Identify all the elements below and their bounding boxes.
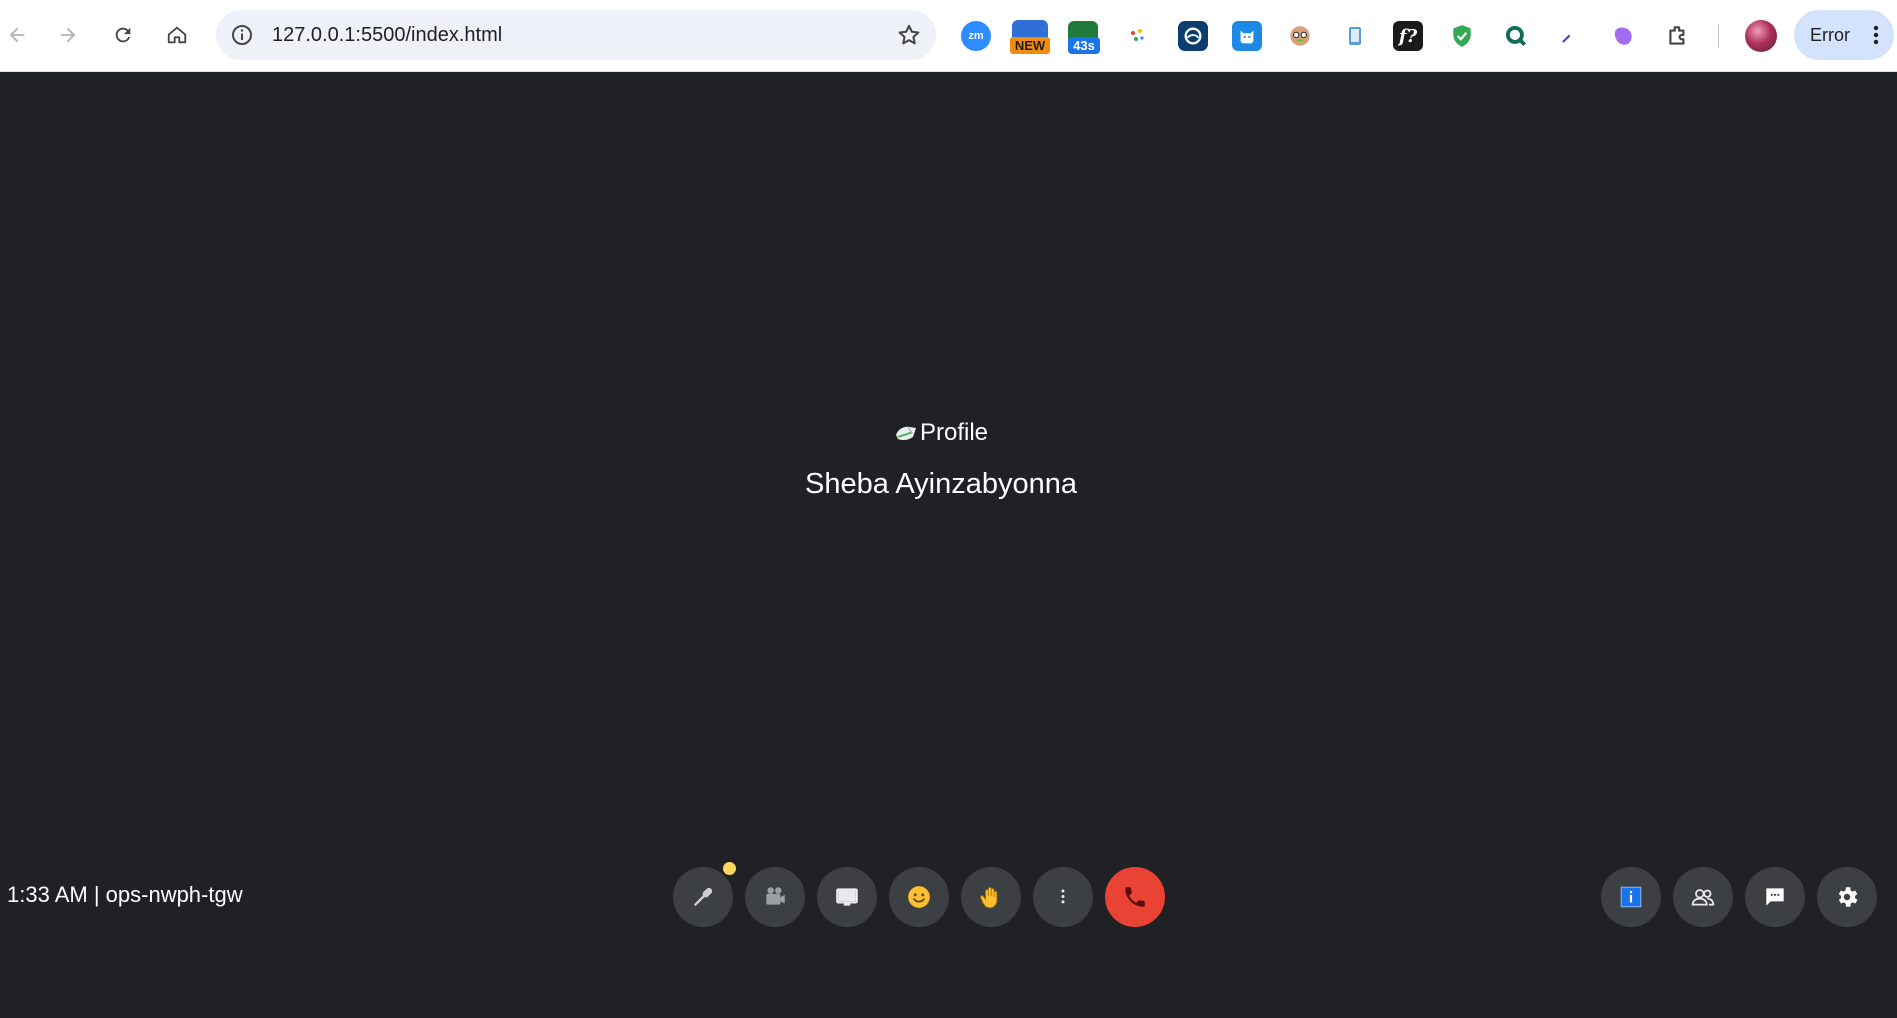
home-icon bbox=[167, 26, 187, 44]
pen-extension-icon[interactable] bbox=[1554, 21, 1584, 51]
chat-button[interactable] bbox=[1745, 867, 1805, 927]
raise-hand-button[interactable] bbox=[961, 867, 1021, 927]
shield-extension-icon[interactable] bbox=[1447, 21, 1477, 51]
video-camera-icon bbox=[766, 887, 785, 905]
more-vert-icon bbox=[1061, 889, 1065, 904]
phone-icon bbox=[1125, 887, 1145, 907]
browser-extension-icon[interactable] bbox=[1178, 21, 1208, 51]
more-options-button[interactable] bbox=[1033, 867, 1093, 927]
monitor-icon bbox=[836, 888, 858, 906]
chat-bubble-icon bbox=[1766, 888, 1784, 906]
broken-image-icon bbox=[896, 426, 916, 441]
meeting-time-and-code: 1:33 AM | ops-nwph-tgw bbox=[7, 882, 243, 907]
microphone-button[interactable] bbox=[673, 867, 733, 927]
cat-extension-icon[interactable] bbox=[1232, 21, 1262, 51]
arrow-right-icon bbox=[60, 27, 76, 43]
profile-image: Profile bbox=[894, 418, 988, 448]
back-button[interactable] bbox=[0, 18, 34, 52]
microphone-icon bbox=[694, 887, 713, 906]
gear-icon bbox=[1838, 887, 1858, 907]
forward-button[interactable] bbox=[51, 18, 85, 52]
new-badge: NEW bbox=[1010, 37, 1050, 54]
url-text[interactable]: 127.0.0.1:5500/index.html bbox=[272, 24, 502, 47]
timer-badge: 43s bbox=[1068, 37, 1100, 54]
arrow-left-icon bbox=[9, 27, 25, 43]
participants-button[interactable] bbox=[1673, 867, 1733, 927]
camera-button[interactable] bbox=[745, 867, 805, 927]
toolbar-divider bbox=[1718, 24, 1719, 48]
zoom-extension-icon[interactable]: zm bbox=[961, 21, 991, 51]
site-info-icon[interactable] bbox=[230, 23, 254, 47]
search-extension-icon[interactable] bbox=[1501, 21, 1531, 51]
extensions-puzzle-icon[interactable] bbox=[1663, 21, 1693, 51]
raised-hand-icon bbox=[980, 887, 998, 909]
participant-name: Sheba Ayinzabyonna bbox=[805, 468, 1077, 500]
microphone-status-dot bbox=[723, 862, 736, 875]
end-call-button[interactable] bbox=[1105, 867, 1165, 927]
reload-button[interactable] bbox=[106, 18, 140, 52]
info-icon bbox=[1620, 886, 1642, 908]
profile-avatar[interactable] bbox=[1745, 20, 1777, 52]
home-button[interactable] bbox=[160, 18, 194, 52]
address-bar[interactable]: 127.0.0.1:5500/index.html bbox=[216, 10, 936, 60]
bookmark-star-icon[interactable] bbox=[896, 22, 922, 48]
reload-icon bbox=[115, 27, 131, 43]
people-icon bbox=[1691, 889, 1715, 906]
formula-extension-icon[interactable]: f? bbox=[1393, 21, 1423, 51]
emoji-reaction-button[interactable] bbox=[889, 867, 949, 927]
phone-extension-icon[interactable] bbox=[1340, 21, 1370, 51]
profile-error-button[interactable]: Error bbox=[1794, 10, 1894, 60]
settings-button[interactable] bbox=[1817, 867, 1877, 927]
purple-extension-icon[interactable] bbox=[1609, 21, 1639, 51]
profile-image-alt-text: Profile bbox=[920, 419, 989, 446]
profile-error-label: Error bbox=[1810, 25, 1850, 45]
smiley-face-icon bbox=[908, 886, 930, 908]
sparkle-extension-icon[interactable] bbox=[1122, 21, 1152, 51]
meeting-details-button[interactable] bbox=[1601, 867, 1661, 927]
face-extension-icon[interactable] bbox=[1285, 21, 1315, 51]
present-screen-button[interactable] bbox=[817, 867, 877, 927]
browser-toolbar: 127.0.0.1:5500/index.html zm NEW 43s f? … bbox=[0, 0, 1897, 72]
more-vert-icon[interactable] bbox=[1866, 23, 1886, 47]
